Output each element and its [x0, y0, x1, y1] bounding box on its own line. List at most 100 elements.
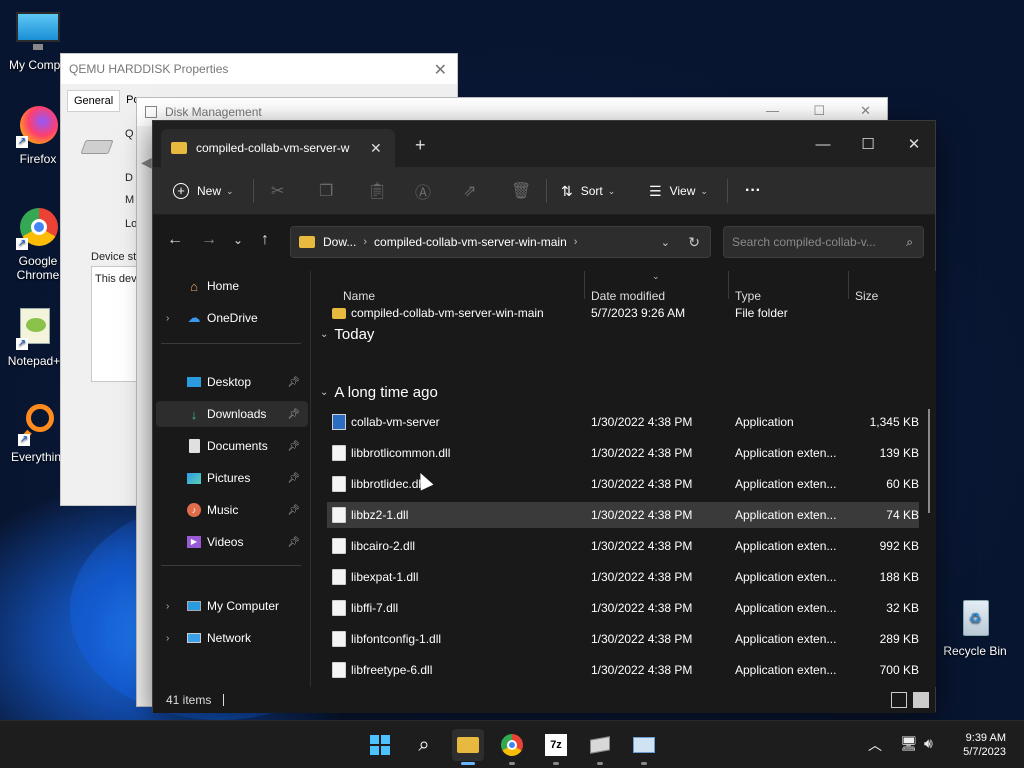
- details-view-icon[interactable]: [891, 692, 907, 708]
- table-row[interactable]: libbz2-1.dll 1/30/2022 4:38 PM Application…: [327, 502, 919, 528]
- address-dropdown-icon[interactable]: ⌄: [661, 236, 670, 249]
- active-indicator: [461, 762, 475, 765]
- table-row[interactable]: libbrotlicommon.dll 1/30/2022 4:38 PM Appl…: [327, 440, 919, 466]
- chevron-right-icon[interactable]: ›: [166, 313, 169, 324]
- search-icon[interactable]: ⌕: [408, 729, 440, 761]
- file-explorer-window[interactable]: compiled-collab-vm-server-w ✕ + — ☐ ✕ + …: [152, 120, 936, 713]
- vertical-scrollbar[interactable]: [928, 409, 930, 513]
- forward-arrow-icon[interactable]: →: [201, 231, 217, 249]
- delete-icon[interactable]: 🗑︎: [511, 167, 531, 215]
- disk-management-taskbar-icon[interactable]: [628, 729, 660, 765]
- address-bar[interactable]: Dow... › compiled-collab-vm-server-win-m…: [290, 226, 711, 258]
- search-icon[interactable]: ⌕: [906, 235, 913, 250]
- nav-item-downloads[interactable]: ↓ Downloads 📌︎: [156, 401, 308, 427]
- file-date: 1/30/2022 4:38 PM: [591, 663, 693, 677]
- view-button[interactable]: ☰ View ⌄: [649, 167, 708, 215]
- breadcrumb-separator-icon: ›: [363, 236, 368, 248]
- refresh-icon[interactable]: ↻: [688, 234, 700, 251]
- dll-file-icon: [332, 476, 346, 492]
- address-area: ← → ⌄ ↑ Dow... › compiled-collab-vm-serv…: [153, 215, 935, 271]
- tab-general[interactable]: General: [67, 90, 121, 112]
- network-tray-icon[interactable]: 🖥︎: [900, 735, 918, 752]
- desktop-icon-label: Recycle Bin: [943, 644, 1007, 658]
- disk-drive-icon: [80, 140, 114, 154]
- chevron-right-icon[interactable]: ›: [166, 601, 169, 612]
- recent-locations-chevron-icon[interactable]: ⌄: [233, 233, 243, 247]
- copy-icon[interactable]: ❐: [319, 167, 333, 215]
- chevron-right-icon[interactable]: ›: [166, 633, 169, 644]
- table-row[interactable]: compiled-collab-vm-server-win-main 5/7/20…: [327, 300, 919, 326]
- toolbar-divider: [727, 179, 728, 203]
- table-row[interactable]: libfreetype-6.dll 1/30/2022 4:38 PM Applic…: [327, 657, 919, 683]
- pin-icon: 📌︎: [287, 408, 300, 420]
- sort-button[interactable]: ⇅ Sort ⌄: [561, 167, 615, 215]
- table-row[interactable]: libffi-7.dll 1/30/2022 4:38 PM Application…: [327, 595, 919, 621]
- device-manager-taskbar-icon[interactable]: [584, 729, 616, 765]
- clock-time: 9:39 AM: [965, 732, 1006, 744]
- folder-icon: [299, 236, 315, 248]
- nav-item-pictures[interactable]: Pictures 📌︎: [156, 465, 308, 491]
- command-bar: + New ⌄ ✂ ❐ 📋︎ Ⓐ ⇗ 🗑︎ ⇅ Sort ⌄ ☰ View ⌄ …: [153, 167, 935, 215]
- breadcrumb-current-folder[interactable]: compiled-collab-vm-server-win-main: [374, 235, 567, 249]
- start-windows-icon[interactable]: [364, 729, 396, 761]
- table-row[interactable]: collab-vm-server 1/30/2022 4:38 PM Applica…: [327, 409, 919, 435]
- nav-label: My Computer: [207, 599, 280, 613]
- file-type: Application exten...: [735, 477, 837, 491]
- file-date: 1/30/2022 4:38 PM: [591, 632, 693, 646]
- more-options-button[interactable]: ···: [745, 167, 761, 215]
- minimize-icon[interactable]: —: [766, 103, 779, 118]
- search-box[interactable]: Search compiled-collab-v... ⌕: [723, 226, 924, 258]
- table-row[interactable]: libcairo-2.dll 1/30/2022 4:38 PM Applicati…: [327, 533, 919, 559]
- back-arrow-icon[interactable]: ◀: [141, 154, 152, 171]
- up-arrow-icon[interactable]: ↑: [261, 231, 269, 249]
- nav-item-home[interactable]: ⌂ Home: [156, 273, 308, 299]
- item-count: 41 items: [166, 693, 212, 707]
- sort-indicator-icon: ⌄: [652, 271, 660, 281]
- nav-item-network[interactable]: › Network: [156, 625, 308, 651]
- rename-icon[interactable]: Ⓐ: [415, 167, 431, 215]
- table-row[interactable]: libexpat-1.dll 1/30/2022 4:38 PM Applicati…: [327, 564, 919, 590]
- pin-icon: 📌︎: [287, 536, 300, 548]
- new-tab-button[interactable]: +: [415, 135, 426, 156]
- close-icon[interactable]: ✕: [434, 60, 447, 80]
- toolbar-divider: [253, 179, 254, 203]
- group-header-long-ago[interactable]: ⌄ A long time ago: [320, 380, 438, 404]
- desktop-icon-recycle-bin[interactable]: ♻ Recycle Bin: [937, 596, 1013, 658]
- file-name: libffi-7.dll: [351, 601, 399, 615]
- table-row[interactable]: libfontconfig-1.dll 1/30/2022 4:38 PM Appl…: [327, 626, 919, 652]
- explorer-tab[interactable]: compiled-collab-vm-server-w ✕: [161, 129, 395, 167]
- nav-item-music[interactable]: ♪ Music 📌︎: [156, 497, 308, 523]
- nav-item-my-computer[interactable]: › My Computer: [156, 593, 308, 619]
- new-button[interactable]: + New ⌄: [173, 167, 234, 215]
- nav-item-desktop[interactable]: Desktop 📌︎: [156, 369, 308, 395]
- close-icon[interactable]: ✕: [899, 129, 929, 159]
- breadcrumb-downloads[interactable]: Dow...: [323, 235, 356, 249]
- pin-icon: 📌︎: [287, 440, 300, 452]
- tiles-view-icon[interactable]: [913, 692, 929, 708]
- paste-icon[interactable]: 📋︎: [367, 167, 387, 215]
- file-type: Application: [735, 415, 794, 429]
- minimize-icon[interactable]: —: [808, 129, 838, 159]
- back-arrow-icon[interactable]: ←: [167, 231, 183, 249]
- nav-item-onedrive[interactable]: › ☁ OneDrive: [156, 305, 308, 331]
- navigation-pane: ⌂ Home › ☁ OneDrive Desktop 📌︎ ↓ Downloa…: [153, 271, 311, 687]
- maximize-icon[interactable]: ☐: [853, 129, 883, 159]
- show-hidden-icons-chevron-icon[interactable]: ︿: [868, 735, 882, 755]
- share-icon[interactable]: ⇗: [463, 167, 476, 215]
- close-icon[interactable]: ✕: [860, 103, 871, 119]
- 7zip-taskbar-icon[interactable]: 7z: [540, 729, 572, 765]
- file-type: Application exten...: [735, 508, 837, 522]
- close-tab-icon[interactable]: ✕: [370, 140, 382, 157]
- maximize-icon[interactable]: ☐: [813, 103, 825, 119]
- volume-icon[interactable]: 🔊︎: [924, 735, 933, 752]
- nav-item-videos[interactable]: ▶ Videos 📌︎: [156, 529, 308, 555]
- nav-item-documents[interactable]: Documents 📌︎: [156, 433, 308, 459]
- search-input[interactable]: Search compiled-collab-v...: [732, 235, 876, 249]
- cut-icon[interactable]: ✂: [271, 167, 284, 215]
- clock[interactable]: 9:39 AM 5/7/2023: [963, 731, 1006, 759]
- file-explorer-taskbar-icon[interactable]: [452, 729, 484, 765]
- view-list-icon: ☰: [649, 182, 662, 199]
- chrome-taskbar-icon[interactable]: [496, 729, 528, 765]
- music-icon: ♪: [186, 502, 202, 518]
- dll-file-icon: [332, 662, 346, 678]
